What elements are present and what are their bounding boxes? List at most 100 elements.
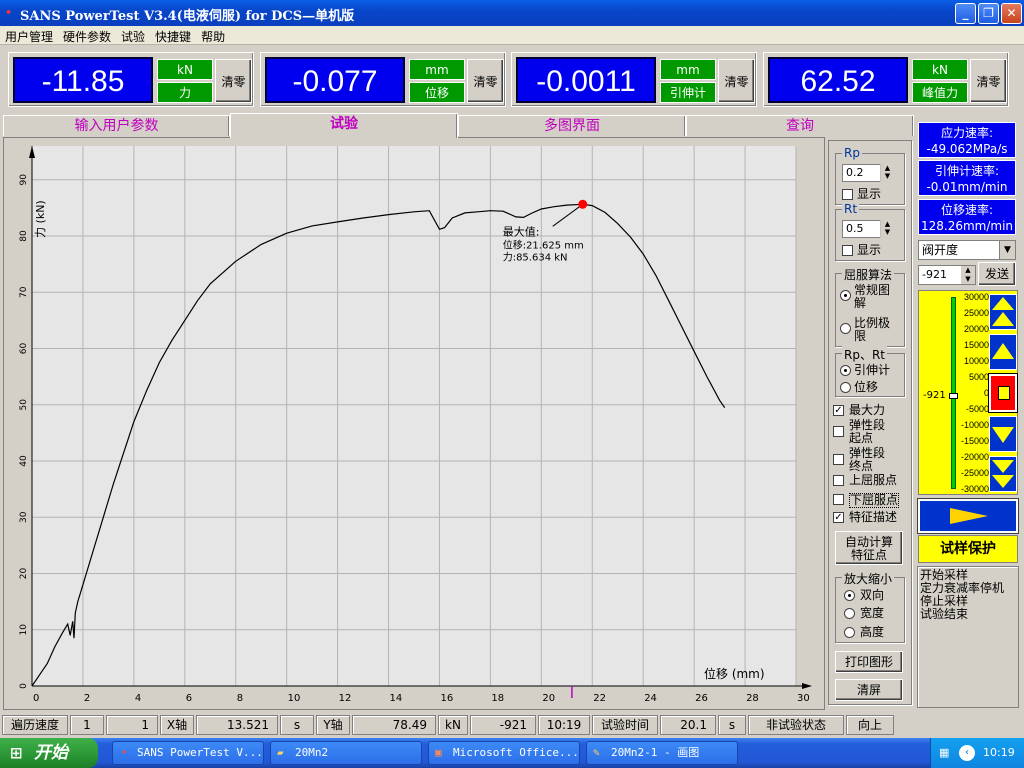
displacement-rate-display: 位移速率: 128.26mm/min [918, 199, 1016, 235]
stress-rate-value: -49.062MPa/s [926, 142, 1008, 156]
annotation-displacement: 位移:21.625 mm [503, 238, 584, 251]
taskbar: ⊞ 开始 • SANS PowerTest V... ▰ 20Mn2 ▣ Microso… [0, 738, 1024, 768]
close-button[interactable]: ✕ [1001, 3, 1022, 24]
peak-force-zero-button[interactable]: 清零 [970, 59, 1007, 103]
source-displacement-label: 位移 [854, 380, 879, 394]
taskbar-item-powertest[interactable]: • SANS PowerTest V... [112, 741, 264, 765]
taskbar-item-label: 20Mn2 [295, 746, 329, 759]
rp-show-checkbox[interactable] [842, 189, 853, 200]
zoom-height-label: 高度 [860, 625, 885, 639]
status-control-value: -921 [470, 715, 536, 735]
zoom-width-label: 宽度 [860, 606, 885, 620]
gauge-tick-label: -10000 [960, 420, 989, 430]
check-elastic-end[interactable] [833, 454, 844, 465]
system-tray: ▦ ‹ 10:19 [930, 738, 1024, 768]
menu-test[interactable]: 试验 [116, 26, 150, 45]
check-elastic-start[interactable] [833, 426, 844, 437]
force-label: 力 [157, 82, 213, 103]
app-icon: • [121, 746, 128, 759]
check-max-force[interactable]: ✓ [833, 405, 844, 416]
menu-help[interactable]: 帮助 [196, 26, 230, 45]
control-value-input[interactable]: -921 ▲ ▼ [918, 265, 976, 285]
x-tick-label: 26 [695, 693, 708, 704]
jog-up-fast-button[interactable] [989, 294, 1017, 330]
tab-user-params[interactable]: 输入用户参数 [3, 115, 230, 136]
gauge-tick-label: 15000 [963, 340, 989, 350]
minimize-button[interactable]: _ [955, 3, 976, 24]
taskbar-item-folder[interactable]: ▰ 20Mn2 [270, 741, 422, 765]
jog-down-button[interactable] [989, 416, 1017, 452]
specimen-protect-button[interactable]: 试样保护 [918, 535, 1018, 563]
send-button[interactable]: 发送 [978, 262, 1016, 286]
taskbar-item-label: Microsoft Office... [453, 746, 579, 759]
up-arrow-icon [992, 343, 1014, 359]
menu-user[interactable]: 用户管理 [0, 26, 58, 45]
extensometer-unit: mm [660, 59, 716, 80]
rt-show-checkbox[interactable] [842, 245, 853, 256]
check-upper-yield[interactable] [833, 475, 844, 486]
check-feature-desc-label: 特征描述 [849, 510, 898, 524]
zoom-height-radio[interactable] [844, 627, 855, 638]
algo-conventional-radio[interactable] [840, 290, 851, 301]
jog-up-button[interactable] [989, 334, 1017, 370]
tab-test[interactable]: 试验 [230, 113, 458, 138]
check-lower-yield[interactable] [833, 494, 844, 505]
y-tick-label: 60 [19, 343, 29, 355]
source-extensometer-radio[interactable] [840, 365, 851, 376]
keyboard-icon[interactable]: ▦ [939, 738, 949, 768]
status-label-y: Y轴 [316, 715, 350, 735]
stop-button[interactable] [989, 374, 1017, 412]
yield-algo-label: 屈服算法 [842, 266, 895, 283]
down-arrow-icon [992, 427, 1014, 443]
clear-screen-button[interactable]: 清屏 [835, 679, 903, 701]
menu-hardware[interactable]: 硬件参数 [58, 26, 116, 45]
gauge-tick-label: 25000 [963, 308, 989, 318]
rt-spin[interactable]: ▲ ▼ [880, 220, 894, 238]
peak-force-label: 峰值力 [912, 82, 968, 103]
chevron-down-icon[interactable]: ▼ [999, 241, 1015, 259]
folder-icon: ▰ [277, 746, 284, 759]
tab-query[interactable]: 查询 [686, 115, 914, 136]
force-zero-button[interactable]: 清零 [215, 59, 252, 103]
zoom-width-radio[interactable] [844, 608, 855, 619]
status-test-time: 20.1 [660, 715, 716, 735]
stop-square-icon [998, 386, 1010, 400]
gauge-tick-label: 30000 [963, 292, 989, 302]
displacement-zero-button[interactable]: 清零 [467, 59, 504, 103]
y-tick-label: 40 [19, 455, 29, 467]
extensometer-zero-button[interactable]: 清零 [718, 59, 755, 103]
taskbar-item-paint[interactable]: ✎ 20Mn2-1 - 画图 [586, 741, 738, 765]
algo-proportional-radio[interactable] [840, 323, 851, 334]
rp-group: Rp 0.2 ▲ ▼ 显示 [835, 146, 905, 205]
start-button[interactable]: ⊞ 开始 [0, 738, 98, 768]
restore-button[interactable]: ❐ [978, 3, 999, 24]
jog-down-fast-button[interactable] [989, 456, 1017, 492]
rp-spin[interactable]: ▲ ▼ [880, 164, 894, 182]
source-displacement-radio[interactable] [840, 382, 851, 393]
gauge-slider-handle[interactable] [949, 392, 958, 399]
tab-multi-chart[interactable]: 多图界面 [458, 115, 686, 136]
algo-proportional-label: 比例极限 [854, 316, 891, 343]
x-tick-label: 0 [33, 693, 39, 704]
menu-bar: 用户管理 硬件参数 试验 快捷键 帮助 [0, 26, 1024, 45]
x-tick-label: 8 [237, 693, 243, 704]
paint-icon: ✎ [593, 746, 600, 759]
x-tick-label: 14 [390, 693, 403, 704]
double-down-arrow-icon [992, 460, 1014, 488]
auto-calc-button[interactable]: 自动计算特征点 [835, 531, 903, 565]
status-x-unit: s [280, 715, 314, 735]
print-chart-button[interactable]: 打印图形 [835, 651, 903, 673]
position-gauge: -921 30000 25000 20000 15000 10000 5000 0 -5000… [918, 290, 1018, 495]
chevron-left-icon[interactable]: ‹ [959, 745, 975, 761]
control-value-spin[interactable]: ▲ ▼ [961, 266, 975, 284]
check-feature-desc[interactable]: ✓ [833, 512, 844, 523]
status-x-value: 13.521 [196, 715, 278, 735]
control-mode-select[interactable]: 阀开度 ▼ [918, 240, 1016, 260]
check-lower-yield-label: 下屈服点 [849, 493, 900, 508]
y-tick-label: 50 [19, 399, 29, 411]
gauge-tick-label: 5000 [968, 372, 989, 382]
start-test-button[interactable] [918, 499, 1018, 533]
taskbar-item-office[interactable]: ▣ Microsoft Office... [428, 741, 580, 765]
menu-shortcut[interactable]: 快捷键 [150, 26, 196, 45]
zoom-both-radio[interactable] [844, 590, 855, 601]
